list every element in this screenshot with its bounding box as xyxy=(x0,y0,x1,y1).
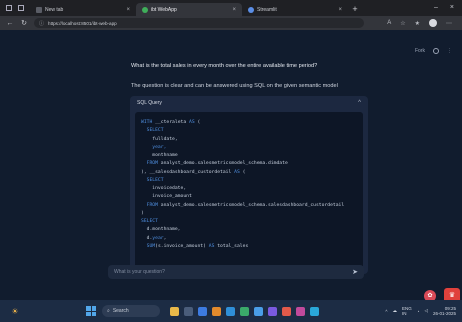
window-controls xyxy=(0,0,30,16)
sql-query-expander: SQL Query ^ WITH __cteraleta AS ( SELECT… xyxy=(130,96,368,274)
cloud-icon[interactable]: ☁ xyxy=(393,308,398,314)
chat-input[interactable] xyxy=(114,269,353,275)
language-indicator[interactable]: ENG IN xyxy=(402,306,412,316)
code-line: SELECT xyxy=(141,128,164,134)
reload-icon[interactable]: ↻ xyxy=(20,19,28,27)
read-aloud-icon[interactable]: A xyxy=(387,20,391,26)
sql-code-block: WITH __cteraleta AS ( SELECT fulldate, y… xyxy=(135,112,363,274)
profile-avatar[interactable] xyxy=(429,19,437,27)
streamlit-app: Fork ⋮ What is the total sales in every … xyxy=(0,30,462,304)
site-info-icon[interactable]: ⓘ xyxy=(39,20,44,27)
code-line: fulldate, xyxy=(141,136,178,142)
chevron-up-icon[interactable]: ^ xyxy=(385,309,387,314)
tab-streamlit[interactable]: Streamlit × xyxy=(242,3,348,16)
code-line: d.year, xyxy=(141,235,167,241)
folder-icon[interactable] xyxy=(212,306,221,316)
search-icon: ⌕ xyxy=(107,308,110,314)
search-label: Search xyxy=(112,308,129,314)
chevron-up-icon[interactable]: ^ xyxy=(358,100,361,106)
close-icon[interactable]: × xyxy=(126,7,130,13)
tab-new-tab[interactable]: New tab × xyxy=(30,3,136,16)
screen: New tab × ibt WebApp × Streamlit × + – ×… xyxy=(0,0,462,322)
vscode-icon[interactable] xyxy=(310,306,319,316)
sql-query-title: SQL Query xyxy=(137,100,162,106)
code-line: SUM(s.invoice_amount) AS total_sales xyxy=(141,243,249,249)
sql-query-header[interactable]: SQL Query ^ xyxy=(130,96,368,110)
code-line: FROM analyst_demo.salesmetricsmodel_sche… xyxy=(141,161,288,167)
code-line: invoicedate, xyxy=(141,186,187,191)
app-toolbar: Fork ⋮ xyxy=(415,48,452,54)
wifi-icon[interactable]: ◔ xyxy=(417,309,420,314)
browser-tab-strip: New tab × ibt WebApp × Streamlit × + – × xyxy=(0,0,462,16)
github-icon[interactable] xyxy=(433,48,439,54)
code-line: WITH __cteraleta AS ( xyxy=(141,120,201,125)
browser-actions: A ☆ ★ ⋯ xyxy=(387,19,456,27)
pinned-apps xyxy=(170,306,319,316)
new-tab-button[interactable]: + xyxy=(348,3,362,16)
copilot-icon[interactable] xyxy=(170,306,179,316)
code-line: FROM analyst_demo.salesmetricsmodel_sche… xyxy=(141,202,345,208)
webapp-icon xyxy=(142,6,148,13)
code-line: SELECT xyxy=(141,177,164,183)
url-field[interactable]: ⓘ https://localhost:8501/ibt-web-app xyxy=(34,18,364,28)
new-tab-icon xyxy=(36,6,42,13)
date: 26-01-2025 xyxy=(432,311,456,316)
store-icon[interactable] xyxy=(254,306,263,316)
tab-title: New tab xyxy=(45,6,64,13)
office-icon[interactable] xyxy=(282,306,291,316)
code-line: year, xyxy=(141,144,167,150)
file-explorer-icon[interactable] xyxy=(198,306,207,316)
favorites-icon[interactable]: ★ xyxy=(415,20,420,27)
taskbar-search[interactable]: ⌕ Search xyxy=(102,305,160,317)
code-line: d.monthname, xyxy=(141,227,181,233)
assistant-answer: The question is clear and can be answere… xyxy=(131,83,338,89)
back-icon[interactable]: ← xyxy=(6,20,14,27)
tab-title: ibt WebApp xyxy=(151,6,177,13)
edge-icon[interactable] xyxy=(226,306,235,316)
code-line: ), __salesdashboard_custordetail AS ( xyxy=(141,169,246,175)
window-buttons: – × xyxy=(434,0,462,16)
clock[interactable]: 09:25 26-01-2025 xyxy=(433,306,456,317)
close-icon[interactable]: × xyxy=(232,7,236,13)
task-view-icon[interactable] xyxy=(184,306,193,316)
code-line: SELECT xyxy=(141,219,158,224)
widgets-icon[interactable]: ☀ xyxy=(8,304,22,318)
streamlit-icon xyxy=(248,6,254,13)
tab-title: Streamlit xyxy=(257,6,277,13)
fork-button[interactable]: Fork xyxy=(415,48,425,54)
code-line: monthname xyxy=(141,153,178,158)
app-icon[interactable] xyxy=(296,306,305,316)
close-icon[interactable]: × xyxy=(338,7,342,13)
code-line: invoice_amount xyxy=(141,194,192,200)
user-question: What is the total sales in every month o… xyxy=(131,63,318,69)
chat-input-bar: ➤ xyxy=(108,265,364,279)
tab-webapp[interactable]: ibt WebApp × xyxy=(136,3,242,16)
tab-actions-icon[interactable] xyxy=(18,5,24,11)
address-bar: ← ↻ ⓘ https://localhost:8501/ibt-web-app… xyxy=(0,16,462,30)
system-tray: ^ ☁ ENG IN ◔ ◁ 09:25 26-01-2025 xyxy=(385,306,462,317)
teams-icon[interactable] xyxy=(268,306,277,316)
url-text: https://localhost:8501/ibt-web-app xyxy=(48,20,117,26)
workspaces-icon[interactable] xyxy=(6,5,12,11)
code-line: ) xyxy=(141,210,144,216)
app-menu-icon[interactable]: ⋮ xyxy=(447,48,452,54)
chrome-icon[interactable] xyxy=(240,306,249,316)
minimize-icon[interactable]: – xyxy=(434,0,438,16)
send-icon[interactable]: ➤ xyxy=(352,268,358,276)
sql-code: WITH __cteraleta AS ( SELECT fulldate, y… xyxy=(141,119,357,251)
taskbar: ☀ ⌕ Search ^ ☁ ENG IN ◔ ◁ 09:25 26-01-20… xyxy=(0,300,462,322)
close-window-icon[interactable]: × xyxy=(450,0,454,16)
volume-icon[interactable]: ◁ xyxy=(425,308,428,314)
windows-start-icon[interactable] xyxy=(86,306,96,316)
favorite-star-icon[interactable]: ☆ xyxy=(400,20,405,27)
menu-dots-icon[interactable]: ⋯ xyxy=(446,20,452,27)
